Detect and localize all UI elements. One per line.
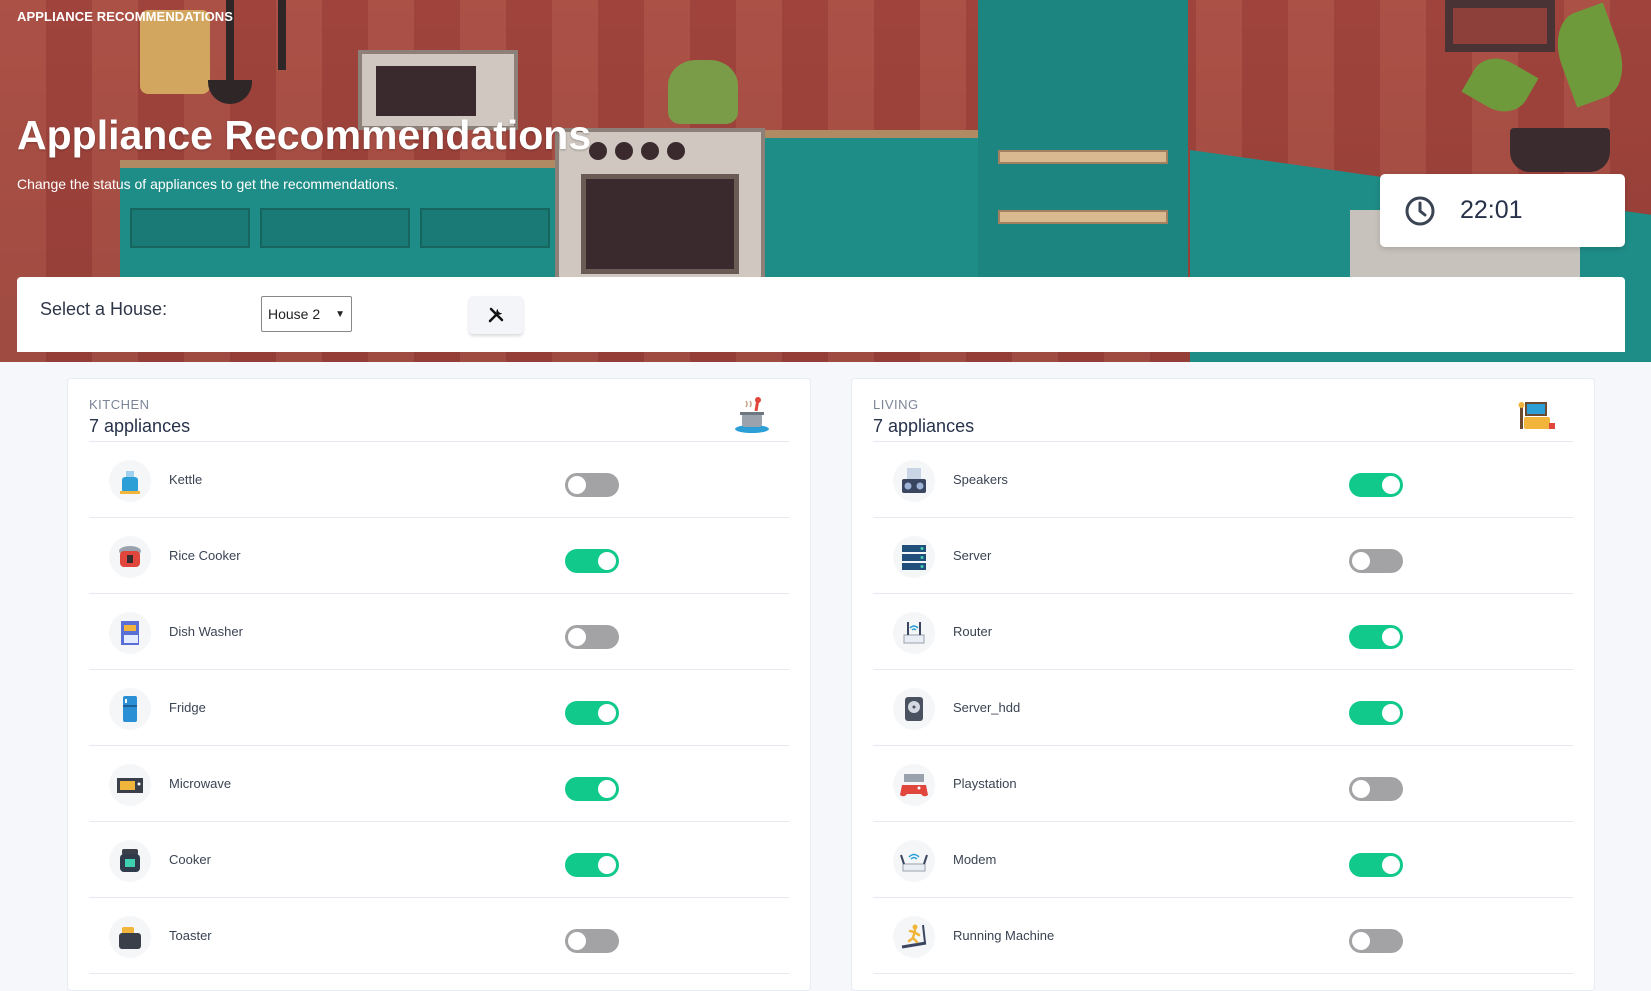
toaster-icon (109, 916, 151, 958)
appliance-name: Toaster (169, 928, 212, 943)
house-select-bar: Select a House: House 2 ▼ (17, 277, 1625, 352)
appliance-count: 7 appliances (873, 416, 975, 436)
toggle-knob (568, 628, 586, 646)
kettle-illustration (668, 60, 738, 124)
appliance-toggle[interactable] (1349, 701, 1403, 725)
appliance-row: Cooker (89, 822, 789, 898)
appliance-toggle[interactable] (1349, 625, 1403, 649)
appliance-row: Toaster (89, 898, 789, 974)
appliance-toggle[interactable] (565, 929, 619, 953)
appliance-row: Server (873, 518, 1573, 594)
plant-pot-illustration (1510, 128, 1610, 172)
appliance-count: 7 appliances (89, 416, 191, 436)
rice-cooker-icon (109, 536, 151, 578)
appliance-list: Kettle Rice Cooker Dish Washer Fridge Microw… (89, 442, 789, 974)
appliance-toggle[interactable] (565, 853, 619, 877)
clock-card: 22:01 (1380, 174, 1625, 247)
clock-time: 22:01 (1460, 196, 1523, 224)
room-panel-living: LIVING 7 appliances Speakers Server Router… (851, 378, 1595, 991)
house-select-value: House 2 (268, 306, 321, 322)
appliance-toggle[interactable] (565, 777, 619, 801)
room-category: KITCHEN (89, 397, 150, 412)
appliance-name: Server (953, 548, 992, 563)
modem-icon (893, 840, 935, 882)
appliance-row: Modem (873, 822, 1573, 898)
toggle-knob (1382, 704, 1400, 722)
toggle-knob (1352, 932, 1370, 950)
appliance-name: Kettle (169, 472, 203, 487)
toggle-knob (598, 704, 616, 722)
appliance-row: Running Machine (873, 898, 1573, 974)
appliance-name: Playstation (953, 776, 1017, 791)
app-label: APPLIANCE RECOMMENDATIONS (17, 9, 234, 24)
treadmill-icon (893, 916, 935, 958)
appliance-row: Playstation (873, 746, 1573, 822)
toggle-knob (568, 932, 586, 950)
appliance-name: Running Machine (953, 928, 1055, 943)
appliance-row: Speakers (873, 442, 1573, 518)
cabinets-illustration (765, 130, 985, 290)
appliance-name: Fridge (169, 700, 206, 715)
appliance-toggle[interactable] (1349, 929, 1403, 953)
appliance-toggle[interactable] (1349, 777, 1403, 801)
toggle-knob (1382, 628, 1400, 646)
fridge-illustration (978, 0, 1188, 300)
microwave-icon (109, 764, 151, 806)
tools-button[interactable] (469, 296, 523, 334)
appliance-name: Server_hdd (953, 700, 1021, 715)
appliance-row: Fridge (89, 670, 789, 746)
appliance-name: Router (953, 624, 993, 639)
toggle-knob (1382, 476, 1400, 494)
toggle-knob (598, 856, 616, 874)
room-category: LIVING (873, 397, 919, 412)
house-select-label: Select a House: (40, 299, 168, 319)
living-room-icon (1518, 402, 1555, 429)
gamepad-icon (893, 764, 935, 806)
toggle-knob (1382, 856, 1400, 874)
speakers-icon (893, 460, 935, 502)
appliance-name: Dish Washer (169, 624, 243, 639)
appliance-toggle[interactable] (1349, 549, 1403, 573)
appliance-row: Router (873, 594, 1573, 670)
tools-icon (488, 307, 504, 323)
appliance-row: Server_hdd (873, 670, 1573, 746)
picture-frame-illustration (1445, 0, 1555, 52)
appliance-name: Modem (953, 852, 997, 867)
cooker-icon (109, 840, 151, 882)
appliance-row: Dish Washer (89, 594, 789, 670)
appliance-toggle[interactable] (1349, 853, 1403, 877)
room-panel-kitchen: KITCHEN 7 appliances Kettle Rice Cooker Di… (67, 378, 811, 991)
appliance-toggle[interactable] (565, 549, 619, 573)
appliance-toggle[interactable] (565, 625, 619, 649)
appliance-row: Microwave (89, 746, 789, 822)
router-icon (893, 612, 935, 654)
kettle-icon (109, 460, 151, 502)
appliance-name: Microwave (169, 776, 232, 791)
appliance-name: Cooker (169, 852, 211, 867)
page-title: Appliance Recommendations (17, 112, 592, 158)
appliance-name: Speakers (953, 472, 1008, 487)
toggle-knob (568, 476, 586, 494)
toggle-knob (1352, 552, 1370, 570)
appliance-toggle[interactable] (1349, 473, 1403, 497)
page-subtitle: Change the status of appliances to get t… (17, 176, 399, 192)
server-icon (893, 536, 935, 578)
toggle-knob (598, 552, 616, 570)
stove-pot-icon (735, 397, 769, 433)
house-select-dropdown[interactable]: House 2 ▼ (261, 296, 352, 332)
fridge-icon (109, 688, 151, 730)
hdd-icon (893, 688, 935, 730)
caret-down-icon: ▼ (335, 309, 345, 320)
toggle-knob (598, 780, 616, 798)
dish-washer-icon (109, 612, 151, 654)
appliance-list: Speakers Server Router Server_hdd Playstatio… (873, 442, 1573, 974)
toggle-knob (1352, 780, 1370, 798)
appliance-toggle[interactable] (565, 473, 619, 497)
appliance-name: Rice Cooker (169, 548, 241, 563)
appliance-row: Rice Cooker (89, 518, 789, 594)
appliance-toggle[interactable] (565, 701, 619, 725)
spatula-illustration (278, 0, 286, 70)
appliance-row: Kettle (89, 442, 789, 518)
clock-icon (1405, 196, 1435, 225)
